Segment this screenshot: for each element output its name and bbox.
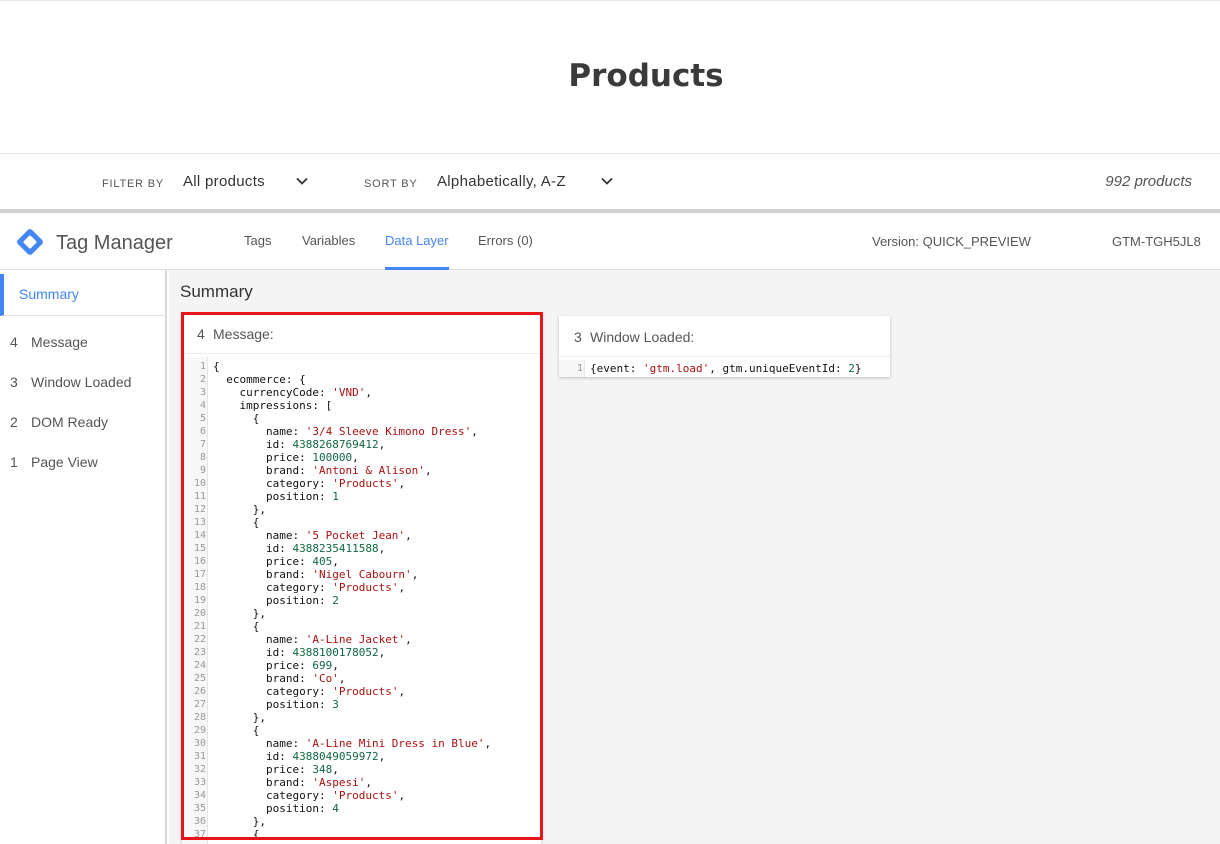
container-id: GTM-TGH5JL8 [1112, 234, 1201, 249]
tab-errors[interactable]: Errors (0) [478, 233, 533, 270]
app-title: Tag Manager [56, 232, 173, 254]
sidebar-item-label: Summary [19, 286, 79, 302]
sort-label: SORT BY [364, 178, 418, 190]
window-loaded-card: 3 Window Loaded: 1 {event: 'gtm.load', gt… [559, 316, 890, 377]
sidebar-item-page-view[interactable]: 1 Page View [0, 454, 165, 480]
sidebar-item-label: Window Loaded [31, 374, 132, 390]
event-sidebar: Summary 4 Message 3 Window Loaded 2 DOM … [0, 270, 167, 844]
card-header: 3 Window Loaded: [559, 316, 890, 357]
sort-select[interactable]: Alphabetically, A-Z [437, 173, 566, 190]
gtm-header: Tag Manager Tags Variables Data Layer Er… [0, 213, 1220, 270]
sidebar-item-dom-ready[interactable]: 2 DOM Ready [0, 414, 165, 440]
page-title: Products [568, 58, 724, 94]
sidebar-item-window-loaded[interactable]: 3 Window Loaded [0, 374, 165, 400]
summary-panel: Summary 4 Message: 1{2 ecommerce: {3 cur… [169, 270, 1220, 844]
event-number: 3 [10, 374, 18, 390]
code-block[interactable]: 1 {event: 'gtm.load', gtm.uniqueEventId: … [559, 360, 890, 377]
tab-data-layer[interactable]: Data Layer [385, 233, 449, 270]
storefront: Products FILTER BY All products SORT BY … [0, 0, 1220, 213]
line-number: 1 [576, 363, 583, 374]
event-number: 1 [10, 454, 18, 470]
sidebar-item-message[interactable]: 4 Message [0, 334, 165, 360]
string-token: 'gtm.load' [642, 362, 710, 375]
chevron-down-icon[interactable] [599, 173, 615, 189]
event-number: 4 [10, 334, 18, 350]
highlight-outline [181, 312, 543, 840]
tab-variables[interactable]: Variables [302, 233, 355, 270]
card-title: Window Loaded: [590, 329, 695, 345]
code-text: {event: 'gtm.load', gtm.uniqueEventId: 2… [590, 362, 862, 375]
sidebar-item-label: Message [31, 334, 88, 350]
filter-bar: FILTER BY All products SORT BY Alphabeti… [0, 153, 1220, 210]
event-number: 2 [10, 414, 18, 430]
version-label: Version: QUICK_PREVIEW [872, 234, 1031, 249]
chevron-down-icon[interactable] [294, 173, 310, 189]
top-divider [0, 0, 1220, 1]
tab-tags[interactable]: Tags [244, 233, 271, 270]
sidebar-item-label: DOM Ready [31, 414, 109, 430]
panel-title: Summary [180, 282, 253, 301]
filter-select[interactable]: All products [183, 173, 265, 190]
code-token: {event: [590, 362, 643, 375]
code-token: } [854, 362, 862, 375]
sidebar-item-label: Page View [31, 454, 98, 470]
code-token: , gtm.uniqueEventId: [709, 362, 849, 375]
number-token: 2 [848, 362, 855, 375]
product-count: 992 products [1105, 173, 1192, 190]
code-line: 1 {event: 'gtm.load', gtm.uniqueEventId: … [559, 362, 890, 375]
event-number: 3 [574, 329, 582, 345]
sidebar-item-summary[interactable]: Summary [0, 274, 167, 316]
tag-manager-logo-icon [17, 229, 43, 255]
filter-label: FILTER BY [102, 178, 165, 190]
